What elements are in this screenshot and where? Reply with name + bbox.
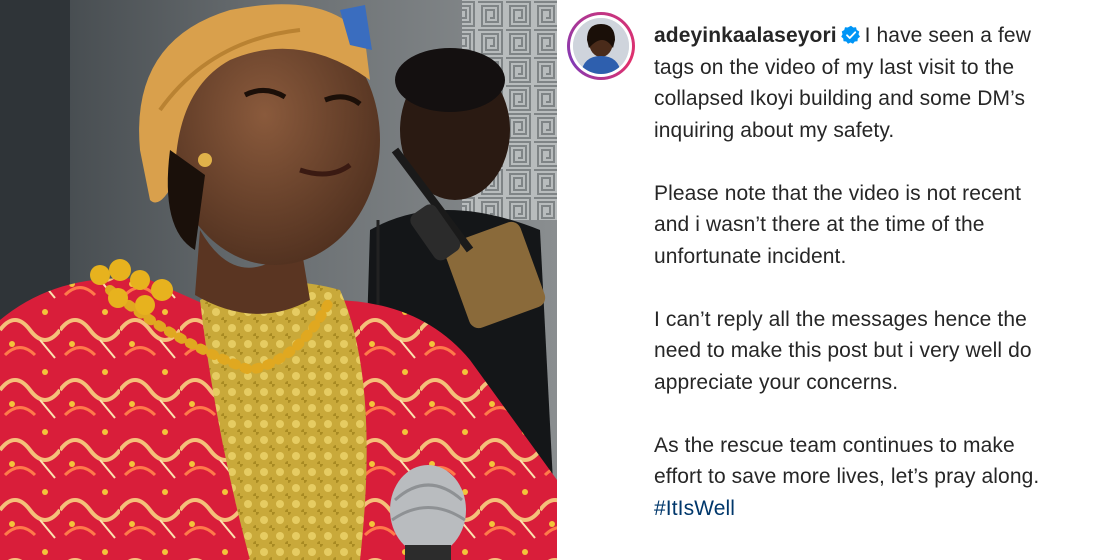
caption-paragraph-1: adeyinkaalaseyori I have seen a few tags …	[654, 20, 1114, 146]
caption-paragraph-4: As the rescue team continues to make eff…	[654, 430, 1114, 525]
verified-badge-icon	[840, 25, 860, 44]
caption-paragraph-4-text: As the rescue team continues to make eff…	[654, 433, 1040, 489]
post-photo	[0, 0, 557, 560]
screenshot-root: adeyinkaalaseyori I have seen a few tags …	[0, 0, 1120, 560]
avatar-picture	[573, 18, 629, 74]
username[interactable]: adeyinkaalaseyori	[654, 24, 837, 47]
profile-avatar[interactable]	[573, 18, 629, 74]
post-caption: adeyinkaalaseyori I have seen a few tags …	[654, 20, 1114, 524]
post-caption-panel: adeyinkaalaseyori I have seen a few tags …	[561, 0, 1120, 560]
caption-paragraph-2: Please note that the video is not recent…	[654, 181, 1022, 268]
caption-paragraph-3: I can’t reply all the messages hence the…	[654, 307, 1032, 394]
hashtag-link[interactable]: #ItIsWell	[654, 493, 1114, 525]
story-ring[interactable]	[567, 12, 635, 80]
photo-illustration	[0, 0, 557, 560]
